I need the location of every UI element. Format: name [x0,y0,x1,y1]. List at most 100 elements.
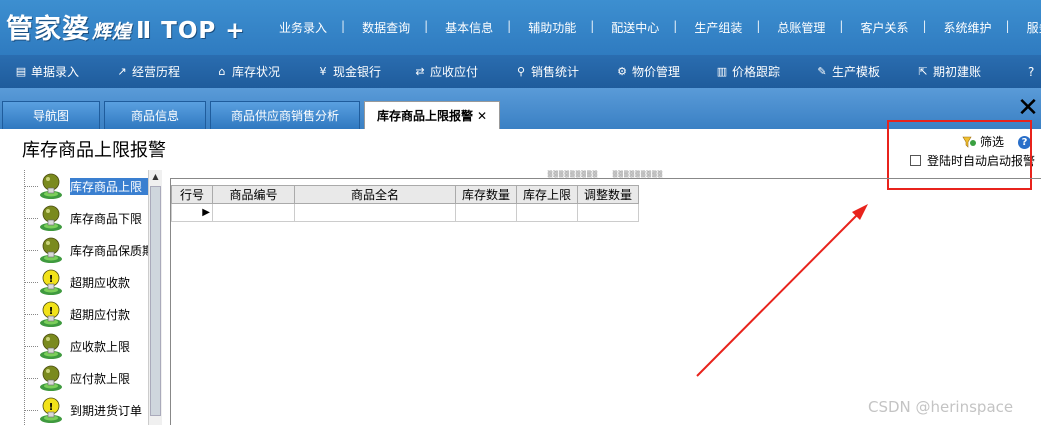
column-header[interactable]: 商品全名 [294,185,456,204]
toolbar-button-label: 物价管理 [632,65,681,79]
top-menu-item[interactable]: 辅助功能 [511,19,576,36]
tree-node[interactable]: 应付款上限 [0,362,148,394]
toolbar-button[interactable]: ▥ 价格跟踪 [715,63,780,80]
logo-main: 管家婆 [6,14,90,45]
tab-label: 库存商品上限报警 [376,109,473,123]
help-icon[interactable]: ? [1018,136,1031,149]
top-menu-item[interactable]: 数据查询 [345,19,410,36]
logo-version: Ⅱ TOP + [136,18,246,44]
tree-line [24,282,38,283]
page-title: 库存商品上限报警 [22,140,166,161]
column-header[interactable]: 库存上限 [516,185,578,204]
top-menu-item[interactable]: 配送中心 [594,19,659,36]
tree-node[interactable]: ! 超期应付款 [0,298,148,330]
toolbar-button[interactable]: ⚙ 物价管理 [615,63,680,80]
menu-separator: | [590,19,595,33]
tree-node-label: 到期进货订单 [70,404,143,418]
top-menu-item[interactable]: 业务录入 [262,19,327,36]
column-header[interactable]: 行号 [171,185,213,204]
tab-navigation[interactable]: 导航图 [2,101,100,129]
tab-close-icon[interactable]: ✕ [477,109,487,123]
app-logo: 管家婆 辉煌 Ⅱ TOP + [6,7,246,46]
toolbar-button[interactable]: ✎ 生产模板 [815,63,880,80]
auto-alert-checkbox[interactable] [910,155,921,166]
top-menu-item[interactable]: 总账管理 [760,19,825,36]
table-cell[interactable] [577,203,639,222]
bar-chart-icon: ▥ [716,65,728,78]
tree-scrollbar[interactable]: ▲ [148,170,162,425]
warning-bulb-icon: ! [40,397,62,423]
house-icon: ⌂ [218,65,226,78]
table-row[interactable]: ▶ [171,203,639,222]
toolbar-button[interactable]: ⇄ 应收应付 [413,63,478,80]
scroll-up-icon[interactable]: ▲ [149,170,162,184]
filter-button[interactable]: 筛选 [962,133,1004,150]
gear-icon: ⚙ [617,65,627,78]
tree-line [24,314,38,315]
bulb-icon [40,173,62,199]
menu-separator: | [424,19,429,33]
tab-label: 商品供应商销售分析 [230,109,339,123]
tree-node[interactable]: 库存商品保质期 [0,234,148,266]
wrench-icon: ✎ [817,65,827,78]
alert-tree: 库存商品上限库存商品下限 库存商品保质期 ! 超期应收款! 超期应付款 应收款上限应付款上… [0,170,162,425]
toolbar-button[interactable]: ↗ 经营历程 [115,63,180,80]
close-window-icon[interactable]: ✕ [1016,95,1040,122]
toolbar-button[interactable]: ⌂ 库存状况 [215,63,281,80]
toolbar-button-label: ? [1028,64,1035,79]
table-cell[interactable] [516,203,578,222]
toolbar-button[interactable]: ▤ 单据录入 [14,63,79,80]
column-header[interactable]: 调整数量 [577,185,639,204]
toolbar-button-label: 价格跟踪 [732,65,781,79]
tab-stock-upper-limit-alert[interactable]: 库存商品上限报警 ✕ [364,101,500,129]
tree-node[interactable]: 应收款上限 [0,330,148,362]
menu-separator: | [839,19,844,33]
tab-supplier-sales-analysis[interactable]: 商品供应商销售分析 [210,101,360,129]
menu-separator: | [507,19,512,33]
column-header[interactable]: 库存数量 [455,185,517,204]
menu-separator: | [922,19,927,33]
toolbar-button[interactable]: ⚲ 销售统计 [514,63,579,80]
tree-line [24,378,38,379]
toolbar-button[interactable]: ¥ 现金银行 [316,63,382,80]
tree-node[interactable]: ! 超期应收款 [0,266,148,298]
top-menu-item[interactable]: 服务 [1010,19,1041,36]
menu-separator: | [341,19,346,33]
tree-node[interactable]: 库存商品上限 [0,170,148,202]
menu-separator: | [673,19,678,33]
auto-alert-option[interactable]: 登陆时自动启动报警 [910,152,1035,169]
export-icon: ⇱ [918,65,928,78]
svg-text:!: ! [49,402,54,413]
warning-bulb-icon: ! [40,301,62,327]
tree-node-label: 应付款上限 [70,372,131,386]
tree-node[interactable]: ! 到期进货订单 [0,394,148,425]
document-icon: ▤ [15,65,27,78]
table-cell[interactable] [294,203,456,222]
tree-node[interactable]: 库存商品下限 [0,202,148,234]
data-grid: 行号 商品编号 商品全名 库存数量 库存上限 调整数量 ▶ [170,178,1041,425]
table-cell[interactable] [455,203,517,222]
tree-node-label: 库存商品下限 [70,212,143,226]
scroll-thumb[interactable] [150,186,161,416]
app-title-bar: 管家婆 辉煌 Ⅱ TOP + 业务录入 | 数据查询 | 基本信息 | 辅助功能 | 配送中心 | 生产… [0,0,1041,55]
main-toolbar: ▤ 单据录入 ↗ 经营历程 ⌂ 库存状况 ¥ 现金银行 ⇄ 应收应付 ⚲ 销售统计 ⚙ 物价管理 ▥ 价格跟踪… [0,55,1041,88]
tree-line [24,186,38,187]
tree-node-label: 库存商品保质期 [70,244,148,258]
tab-label: 导航图 [32,109,69,123]
column-header[interactable]: 商品编号 [212,185,295,204]
tab-bar: 导航图 商品信息 商品供应商销售分析 库存商品上限报警 ✕ [0,88,1041,129]
toolbar-button-label: 库存状况 [232,65,281,79]
top-menu-item[interactable]: 基本信息 [428,19,493,36]
search-icon: ⚲ [516,65,526,78]
top-menu-item[interactable]: 客户关系 [843,19,908,36]
filter-label: 筛选 [980,135,1005,149]
bulb-icon [40,237,62,263]
toolbar-button[interactable]: ⇱ 期初建账 [916,63,981,80]
top-menu-item[interactable]: 系统维护 [927,19,992,36]
table-cell[interactable] [212,203,295,222]
svg-text:!: ! [49,306,54,317]
toolbar-button[interactable]: ? [1028,65,1034,79]
tab-product-info[interactable]: 商品信息 [104,101,206,129]
toolbar-button-label: 期初建账 [933,65,982,79]
top-menu-item[interactable]: 生产组装 [677,19,742,36]
